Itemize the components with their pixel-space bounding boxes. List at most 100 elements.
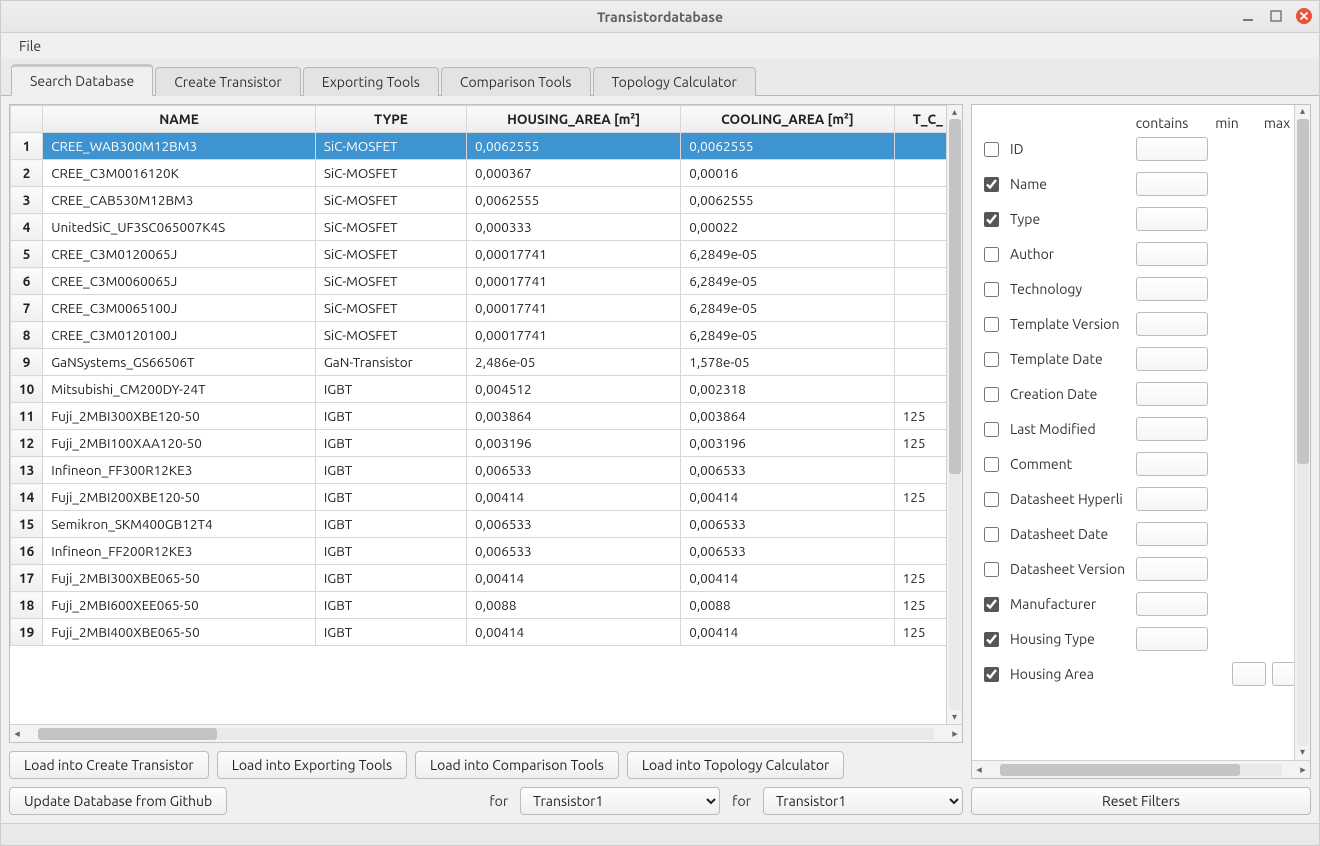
column-header[interactable]: COOLING_AREA [m²] <box>681 106 894 133</box>
filter-contains-input[interactable] <box>1136 277 1208 301</box>
table-cell[interactable]: SiC-MOSFET <box>315 322 466 349</box>
table-row[interactable]: 17Fuji_2MBI300XBE065-50IGBT0,004140,0041… <box>11 565 962 592</box>
filter-checkbox[interactable] <box>984 632 999 647</box>
tab-exporting-tools[interactable]: Exporting Tools <box>303 67 439 96</box>
row-number-cell[interactable]: 6 <box>11 268 43 295</box>
table-cell[interactable]: 0,000367 <box>467 160 681 187</box>
table-cell[interactable]: IGBT <box>315 538 466 565</box>
row-number-cell[interactable]: 4 <box>11 214 43 241</box>
table-cell[interactable]: 2,486e-05 <box>467 349 681 376</box>
filter-min-input[interactable] <box>1232 662 1266 686</box>
filter-contains-input[interactable] <box>1136 627 1208 651</box>
table-cell[interactable]: IGBT <box>315 403 466 430</box>
maximize-icon[interactable] <box>1267 7 1285 25</box>
filter-contains-input[interactable] <box>1136 312 1208 336</box>
row-number-cell[interactable]: 14 <box>11 484 43 511</box>
table-row[interactable]: 15Semikron_SKM400GB12T4IGBT0,0065330,006… <box>11 511 962 538</box>
row-number-cell[interactable]: 2 <box>11 160 43 187</box>
table-cell[interactable]: CREE_C3M0065100J <box>43 295 316 322</box>
row-number-cell[interactable]: 7 <box>11 295 43 322</box>
table-cell[interactable]: 0,00017741 <box>467 322 681 349</box>
filter-checkbox[interactable] <box>984 597 999 612</box>
table-cell[interactable]: Mitsubishi_CM200DY-24T <box>43 376 316 403</box>
table-cell[interactable]: 0,00017741 <box>467 268 681 295</box>
table-cell[interactable]: 0,003864 <box>681 403 894 430</box>
table-cell[interactable]: IGBT <box>315 484 466 511</box>
table-cell[interactable]: CREE_C3M0120065J <box>43 241 316 268</box>
table-cell[interactable]: IGBT <box>315 430 466 457</box>
table-cell[interactable]: Infineon_FF200R12KE3 <box>43 538 316 565</box>
table-row[interactable]: 6CREE_C3M0060065JSiC-MOSFET0,000177416,2… <box>11 268 962 295</box>
table-row[interactable]: 5CREE_C3M0120065JSiC-MOSFET0,000177416,2… <box>11 241 962 268</box>
filter-checkbox[interactable] <box>984 352 999 367</box>
filter-horizontal-scrollbar[interactable]: ◂ ▸ <box>972 760 1310 778</box>
scroll-right-arrow-icon[interactable]: ▸ <box>948 727 962 740</box>
table-row[interactable]: 9GaNSystems_GS66506TGaN-Transistor2,486e… <box>11 349 962 376</box>
table-cell[interactable]: IGBT <box>315 619 466 646</box>
table-cell[interactable]: Fuji_2MBI100XAA120-50 <box>43 430 316 457</box>
table-cell[interactable]: 0,006533 <box>681 511 894 538</box>
row-number-cell[interactable]: 3 <box>11 187 43 214</box>
table-horizontal-scrollbar[interactable]: ◂ ▸ <box>10 724 962 742</box>
table-row[interactable]: 11Fuji_2MBI300XBE120-50IGBT0,0038640,003… <box>11 403 962 430</box>
comparison-combo-1[interactable]: Transistor1 <box>520 787 720 815</box>
table-cell[interactable]: 6,2849e-05 <box>681 268 894 295</box>
load-topology-button[interactable]: Load into Topology Calculator <box>627 751 845 779</box>
table-cell[interactable]: 0,006533 <box>467 511 681 538</box>
tab-topology-calculator[interactable]: Topology Calculator <box>593 67 756 96</box>
filter-contains-input[interactable] <box>1136 487 1208 511</box>
filter-contains-input[interactable] <box>1136 382 1208 406</box>
filter-contains-input[interactable] <box>1136 557 1208 581</box>
table-vertical-scrollbar[interactable]: ▴ ▾ <box>946 105 962 724</box>
table-cell[interactable]: CREE_C3M0120100J <box>43 322 316 349</box>
table-cell[interactable]: GaNSystems_GS66506T <box>43 349 316 376</box>
row-number-cell[interactable]: 5 <box>11 241 43 268</box>
row-number-cell[interactable]: 18 <box>11 592 43 619</box>
table-cell[interactable]: 6,2849e-05 <box>681 295 894 322</box>
table-cell[interactable]: 0,00414 <box>467 619 681 646</box>
scroll-up-arrow-icon[interactable]: ▴ <box>1300 105 1305 119</box>
row-number-cell[interactable]: 19 <box>11 619 43 646</box>
table-cell[interactable]: 0,0062555 <box>681 187 894 214</box>
table-cell[interactable]: Fuji_2MBI300XBE120-50 <box>43 403 316 430</box>
filter-contains-input[interactable] <box>1136 417 1208 441</box>
table-cell[interactable]: SiC-MOSFET <box>315 133 466 160</box>
table-row[interactable]: 14Fuji_2MBI200XBE120-50IGBT0,004140,0041… <box>11 484 962 511</box>
load-compare-button[interactable]: Load into Comparison Tools <box>415 751 619 779</box>
scroll-up-arrow-icon[interactable]: ▴ <box>952 105 957 119</box>
table-cell[interactable]: 0,006533 <box>681 538 894 565</box>
table-cell[interactable]: 0,006533 <box>467 538 681 565</box>
table-cell[interactable]: SiC-MOSFET <box>315 241 466 268</box>
table-cell[interactable]: 0,00414 <box>467 565 681 592</box>
column-header[interactable]: NAME <box>43 106 316 133</box>
row-number-cell[interactable]: 11 <box>11 403 43 430</box>
filter-checkbox[interactable] <box>984 387 999 402</box>
table-cell[interactable]: CREE_C3M0060065J <box>43 268 316 295</box>
row-number-cell[interactable]: 8 <box>11 322 43 349</box>
table-cell[interactable]: IGBT <box>315 376 466 403</box>
table-cell[interactable]: Fuji_2MBI300XBE065-50 <box>43 565 316 592</box>
reset-filters-button[interactable]: Reset Filters <box>971 787 1311 815</box>
tab-create-transistor[interactable]: Create Transistor <box>155 67 301 96</box>
table-cell[interactable]: 0,0088 <box>467 592 681 619</box>
filter-checkbox[interactable] <box>984 457 999 472</box>
filter-checkbox[interactable] <box>984 282 999 297</box>
table-cell[interactable]: SiC-MOSFET <box>315 214 466 241</box>
table-cell[interactable]: IGBT <box>315 565 466 592</box>
table-cell[interactable]: 0,00414 <box>681 565 894 592</box>
filter-contains-input[interactable] <box>1136 207 1208 231</box>
table-cell[interactable]: 6,2849e-05 <box>681 241 894 268</box>
table-row[interactable]: 18Fuji_2MBI600XEE065-50IGBT0,00880,00881… <box>11 592 962 619</box>
column-header[interactable]: TYPE <box>315 106 466 133</box>
table-row[interactable]: 12Fuji_2MBI100XAA120-50IGBT0,0031960,003… <box>11 430 962 457</box>
scroll-left-arrow-icon[interactable]: ◂ <box>10 727 24 740</box>
row-number-cell[interactable]: 12 <box>11 430 43 457</box>
filter-checkbox[interactable] <box>984 317 999 332</box>
table-cell[interactable]: 0,0062555 <box>467 187 681 214</box>
load-export-button[interactable]: Load into Exporting Tools <box>217 751 407 779</box>
scroll-right-arrow-icon[interactable]: ▸ <box>1296 763 1310 776</box>
table-cell[interactable]: CREE_CAB530M12BM3 <box>43 187 316 214</box>
table-cell[interactable]: 0,00017741 <box>467 241 681 268</box>
filter-contains-input[interactable] <box>1136 347 1208 371</box>
table-cell[interactable]: CREE_C3M0016120K <box>43 160 316 187</box>
